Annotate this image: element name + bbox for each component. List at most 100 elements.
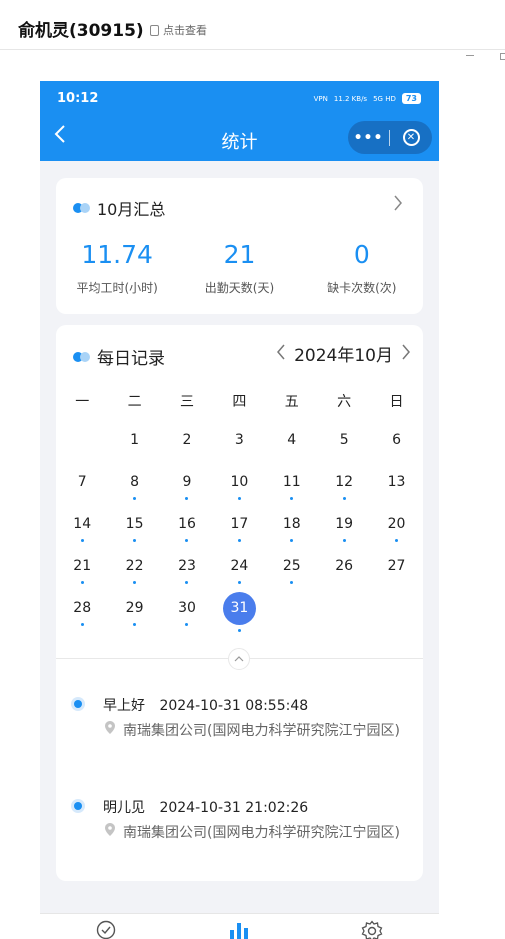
- location-pin-icon: [105, 822, 123, 844]
- calendar-day[interactable]: 5: [318, 432, 370, 474]
- status-bar: 10:12 VPN 11.2 KB/s 5G HD 73: [40, 81, 439, 117]
- weekday-label: 一: [75, 394, 90, 410]
- calendar-day[interactable]: 22: [108, 558, 160, 600]
- record-bullet: [71, 697, 85, 711]
- calendar-day[interactable]: 15: [108, 516, 160, 558]
- calendar-day[interactable]: 2: [161, 432, 213, 474]
- maximize-button[interactable]: [500, 53, 505, 60]
- attendance-dot: [237, 539, 241, 542]
- month-navigator: 2024年10月: [276, 341, 411, 366]
- check-link[interactable]: 点击查看: [150, 22, 207, 38]
- day-number: 9: [182, 474, 192, 490]
- day-number: 21: [73, 558, 92, 574]
- nav-bar: 统计 ••• ✕: [40, 117, 439, 161]
- calendar-empty-cell: [266, 600, 318, 642]
- calendar-day[interactable]: 30: [161, 600, 213, 642]
- attendance-dot: [80, 539, 84, 542]
- calendar-day[interactable]: 14: [56, 516, 108, 558]
- calendar-day[interactable]: 19: [318, 516, 370, 558]
- attendance-dot: [80, 623, 84, 626]
- day-number: 22: [125, 558, 144, 574]
- tab-bar: [40, 913, 439, 939]
- device-icon: [150, 24, 159, 36]
- vpn-indicator: VPN: [313, 94, 328, 103]
- calendar-day[interactable]: 13: [370, 474, 422, 516]
- gear-icon: [361, 920, 383, 939]
- weekday-label: 四: [232, 394, 247, 410]
- summary-stats: 11.74 平均工时(小时) 21 出勤天数(天) 0 缺卡次数(次): [56, 240, 423, 296]
- attendance-dot: [290, 539, 294, 542]
- day-number: 14: [73, 516, 92, 532]
- calendar-day[interactable]: 9: [161, 474, 213, 516]
- calendar-day[interactable]: 12: [318, 474, 370, 516]
- attendance-dot: [133, 539, 137, 542]
- attendance-dot: [237, 629, 241, 632]
- check-link-label: 点击查看: [163, 24, 207, 37]
- tab-punch[interactable]: [95, 920, 117, 939]
- calendar-day[interactable]: 4: [266, 432, 318, 474]
- day-number: 10: [230, 474, 249, 490]
- weekday-label: 日: [389, 394, 404, 410]
- tab-statistics[interactable]: [228, 920, 250, 939]
- day-number: 3: [234, 432, 244, 448]
- calendar-day[interactable]: 21: [56, 558, 108, 600]
- month-label: 2024年10月: [294, 346, 393, 366]
- day-number: 2: [182, 432, 192, 448]
- mini-program-view: 10:12 VPN 11.2 KB/s 5G HD 73 统计 ••• ✕ 10…: [40, 81, 439, 939]
- calendar-week-row: 7 8 9 10 11 12 13: [56, 474, 423, 516]
- close-button[interactable]: ✕: [390, 129, 432, 146]
- collapse-calendar-button[interactable]: [228, 648, 250, 670]
- dots-icon: [73, 203, 91, 213]
- record-time: 2024-10-31 21:02:26: [159, 800, 309, 816]
- calendar-day[interactable]: 27: [370, 558, 422, 600]
- calendar-day[interactable]: 23: [161, 558, 213, 600]
- day-number: 11: [282, 474, 301, 490]
- calendar-day-selected[interactable]: 31: [213, 592, 265, 642]
- day-number: 25: [282, 558, 301, 574]
- calendar-day[interactable]: 1: [108, 432, 160, 474]
- record-time: 2024-10-31 08:55:48: [159, 698, 309, 714]
- net-speed: 11.2 KB/s: [333, 94, 368, 103]
- tab-settings[interactable]: [361, 920, 383, 939]
- weekday-label: 五: [284, 394, 299, 410]
- network-indicator: 5G HD: [373, 94, 396, 103]
- calendar-week-row: 1 2 3 4 5 6: [56, 432, 423, 474]
- record-location: 南瑞集团公司(国网电力科学研究院江宁园区): [123, 825, 400, 841]
- day-number: 19: [335, 516, 354, 532]
- calendar-day[interactable]: 8: [108, 474, 160, 516]
- dots-icon: [73, 351, 91, 362]
- calendar-day[interactable]: 20: [370, 516, 422, 558]
- prev-month-button[interactable]: [276, 342, 286, 366]
- calendar-day[interactable]: 18: [266, 516, 318, 558]
- day-number: 28: [73, 600, 92, 616]
- calendar-day[interactable]: 29: [108, 600, 160, 642]
- chat-window-header: 俞机灵(30915) 点击查看: [0, 0, 505, 50]
- next-month-button[interactable]: [401, 342, 411, 366]
- record-bullet: [71, 799, 85, 813]
- calendar-day[interactable]: 11: [266, 474, 318, 516]
- calendar-day[interactable]: 10: [213, 474, 265, 516]
- calendar-day[interactable]: 26: [318, 558, 370, 600]
- calendar-day[interactable]: 7: [56, 474, 108, 516]
- calendar-day[interactable]: 6: [370, 432, 422, 474]
- record-greeting: 明儿见: [103, 800, 145, 816]
- day-number: 8: [130, 474, 140, 490]
- calendar-day[interactable]: 28: [56, 600, 108, 642]
- calendar-empty-cell: [318, 600, 370, 642]
- location-pin-icon: [105, 720, 123, 742]
- record-location: 南瑞集团公司(国网电力科学研究院江宁园区): [123, 723, 400, 739]
- minimize-button[interactable]: [466, 55, 474, 56]
- summary-detail-button[interactable]: [393, 193, 403, 217]
- day-number: 15: [125, 516, 144, 532]
- calendar-day[interactable]: 17: [213, 516, 265, 558]
- weekday-label: 六: [337, 394, 352, 410]
- stat-value: 11.74: [81, 240, 153, 269]
- day-number: 12: [335, 474, 354, 490]
- attendance-dot: [133, 581, 137, 584]
- calendar-day[interactable]: 3: [213, 432, 265, 474]
- more-button[interactable]: •••: [348, 130, 389, 146]
- calendar-day[interactable]: 16: [161, 516, 213, 558]
- calendar-day[interactable]: 25: [266, 558, 318, 600]
- day-number: 13: [387, 474, 406, 490]
- stat-missed-punches: 0 缺卡次数(次): [301, 240, 423, 296]
